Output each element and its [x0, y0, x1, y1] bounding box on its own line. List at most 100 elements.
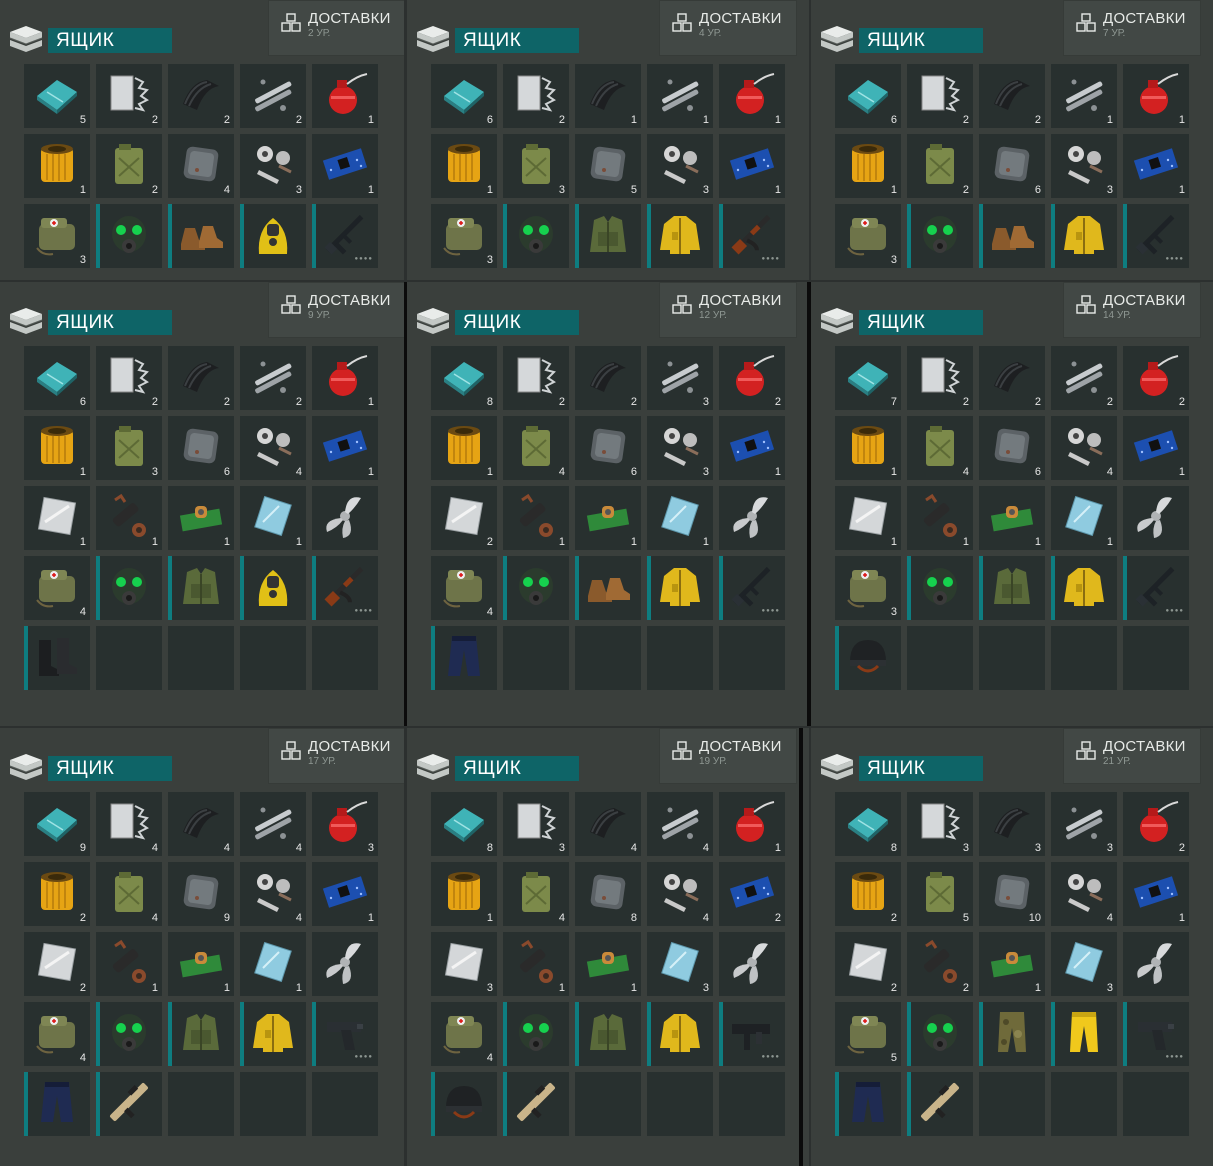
deliveries-button[interactable]: ДОСТАВКИ 4 УР. — [659, 0, 797, 56]
slot-propeller[interactable] — [312, 932, 378, 996]
slot-rifle[interactable]: ●●●● — [312, 204, 378, 268]
slot-plate[interactable]: 6 — [575, 416, 641, 480]
slot-jerrycan[interactable]: 4 — [96, 862, 162, 926]
slot-glass[interactable]: 7 — [835, 346, 901, 410]
slot-yellowpants[interactable] — [1051, 1002, 1117, 1066]
slot-glass[interactable]: 9 — [24, 792, 90, 856]
slot-filter[interactable]: 1 — [431, 416, 497, 480]
slot-pipes[interactable]: 4 — [240, 792, 306, 856]
slot-board[interactable]: 1 — [168, 932, 234, 996]
slot-filter[interactable]: 1 — [835, 134, 901, 198]
empty-slot[interactable] — [979, 1072, 1045, 1136]
slot-parts[interactable]: 4 — [240, 416, 306, 480]
slot-medbag[interactable]: 3 — [835, 204, 901, 268]
slot-board[interactable]: 1 — [168, 486, 234, 550]
slot-pants[interactable] — [24, 1072, 90, 1136]
empty-slot[interactable] — [647, 626, 713, 690]
slot-scope[interactable]: 1 — [907, 486, 973, 550]
slot-propeller[interactable] — [719, 932, 785, 996]
slot-gasmask[interactable] — [96, 1002, 162, 1066]
slot-board[interactable]: 1 — [575, 486, 641, 550]
slot-gasmask[interactable] — [96, 204, 162, 268]
slot-steel[interactable]: 1 — [835, 486, 901, 550]
empty-slot[interactable] — [1051, 1072, 1117, 1136]
slot-glasspane[interactable]: 1 — [240, 932, 306, 996]
slot-parts[interactable]: 3 — [240, 134, 306, 198]
empty-slot[interactable] — [1123, 626, 1189, 690]
slot-camo[interactable] — [979, 1002, 1045, 1066]
slot-pipes[interactable]: 3 — [1051, 792, 1117, 856]
slot-pistol[interactable]: ●●●● — [312, 1002, 378, 1066]
slot-rubber[interactable]: 1 — [575, 64, 641, 128]
slot-chip[interactable]: 1 — [1123, 416, 1189, 480]
slot-oil[interactable]: 1 — [1123, 64, 1189, 128]
slot-parts[interactable]: 3 — [647, 134, 713, 198]
slot-medbag[interactable]: 5 — [835, 1002, 901, 1066]
slot-rifle[interactable]: ●●●● — [719, 556, 785, 620]
slot-pipes[interactable]: 2 — [1051, 346, 1117, 410]
slot-ak[interactable]: ●●●● — [312, 556, 378, 620]
slot-rubber[interactable]: 3 — [979, 792, 1045, 856]
slot-chip[interactable]: 1 — [312, 416, 378, 480]
slot-pipes[interactable]: 4 — [647, 792, 713, 856]
slot-plate[interactable]: 5 — [575, 134, 641, 198]
slot-boots[interactable] — [575, 556, 641, 620]
slot-chip[interactable]: 1 — [719, 416, 785, 480]
slot-oil[interactable]: 2 — [1123, 346, 1189, 410]
slot-gasmask[interactable] — [503, 1002, 569, 1066]
slot-pipes[interactable]: 3 — [647, 346, 713, 410]
slot-pipes[interactable]: 2 — [240, 64, 306, 128]
slot-glass[interactable]: 8 — [431, 346, 497, 410]
slot-board[interactable]: 1 — [979, 932, 1045, 996]
slot-jerrycan[interactable]: 3 — [96, 416, 162, 480]
slot-jacket[interactable] — [647, 556, 713, 620]
deliveries-button[interactable]: ДОСТАВКИ 7 УР. — [1063, 0, 1201, 56]
slot-plate[interactable]: 6 — [979, 416, 1045, 480]
slot-propeller[interactable] — [312, 486, 378, 550]
slot-scope[interactable]: 1 — [96, 932, 162, 996]
slot-jacket[interactable] — [647, 1002, 713, 1066]
slot-parts[interactable]: 3 — [647, 416, 713, 480]
deliveries-button[interactable]: ДОСТАВКИ 2 УР. — [268, 0, 404, 56]
slot-bullpup[interactable] — [96, 1072, 162, 1136]
slot-jerrycan[interactable]: 4 — [907, 416, 973, 480]
slot-rifle[interactable]: ●●●● — [1123, 204, 1189, 268]
empty-slot[interactable] — [719, 626, 785, 690]
slot-rifle[interactable]: ●●●● — [1123, 556, 1189, 620]
deliveries-button[interactable]: ДОСТАВКИ 12 УР. — [659, 282, 797, 338]
empty-slot[interactable] — [575, 1072, 641, 1136]
empty-slot[interactable] — [503, 626, 569, 690]
slot-jerrycan[interactable]: 5 — [907, 862, 973, 926]
slot-plate[interactable]: 6 — [979, 134, 1045, 198]
slot-vest[interactable] — [575, 204, 641, 268]
slot-parts[interactable]: 4 — [1051, 416, 1117, 480]
deliveries-button[interactable]: ДОСТАВКИ 17 УР. — [268, 728, 404, 784]
slot-pistol[interactable]: ●●●● — [1123, 1002, 1189, 1066]
slot-filter[interactable]: 1 — [24, 416, 90, 480]
slot-helmet[interactable] — [431, 1072, 497, 1136]
slot-glasspane[interactable]: 1 — [240, 486, 306, 550]
slot-glass[interactable]: 6 — [24, 346, 90, 410]
slot-glass[interactable]: 5 — [24, 64, 90, 128]
slot-oil[interactable]: 1 — [312, 346, 378, 410]
slot-vest[interactable] — [979, 556, 1045, 620]
slot-medbag[interactable]: 4 — [24, 556, 90, 620]
slot-oil[interactable]: 1 — [719, 64, 785, 128]
slot-glass[interactable]: 8 — [835, 792, 901, 856]
empty-slot[interactable] — [240, 1072, 306, 1136]
slot-bullpup[interactable] — [503, 1072, 569, 1136]
slot-glasspane[interactable]: 3 — [1051, 932, 1117, 996]
slot-rubber[interactable]: 2 — [168, 64, 234, 128]
slot-jacket[interactable] — [1051, 556, 1117, 620]
slot-board[interactable]: 1 — [979, 486, 1045, 550]
slot-rubber[interactable]: 4 — [168, 792, 234, 856]
slot-tallboots[interactable] — [24, 626, 90, 690]
slot-boots[interactable] — [168, 204, 234, 268]
slot-smg[interactable]: ●●●● — [719, 1002, 785, 1066]
slot-helmet[interactable] — [835, 626, 901, 690]
slot-scrap[interactable]: 3 — [907, 792, 973, 856]
slot-scrap[interactable]: 4 — [96, 792, 162, 856]
slot-parts[interactable]: 3 — [1051, 134, 1117, 198]
empty-slot[interactable] — [719, 1072, 785, 1136]
slot-plate[interactable]: 4 — [168, 134, 234, 198]
